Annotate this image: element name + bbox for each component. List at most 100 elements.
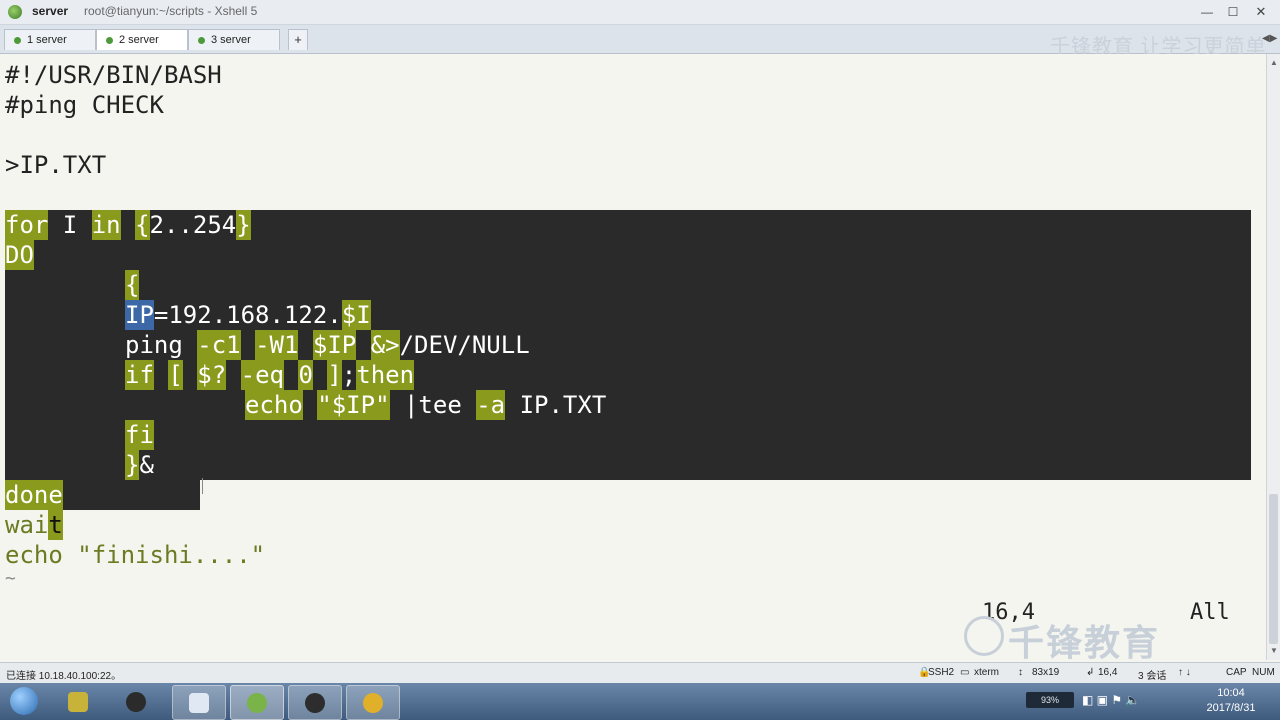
do-keyword: DO	[5, 240, 34, 270]
ping-wait-flag: -W1	[255, 330, 299, 360]
quote-close: "	[375, 390, 390, 420]
range-body: 2..254	[149, 211, 237, 239]
ping-ip-var: $IP	[312, 330, 357, 360]
tee-command: |tee	[403, 391, 462, 419]
ip-variable: IP	[125, 300, 154, 330]
brace-open: {	[125, 270, 140, 300]
ping-count-flag: -c1	[197, 330, 241, 360]
fi-keyword: fi	[125, 420, 154, 450]
windows-taskbar: 93% ◧ ▣ ⚑ 🔈 10:04 2017/8/31	[0, 683, 1280, 720]
wait-text: wai	[5, 511, 49, 539]
windows-orb-icon	[10, 687, 38, 715]
range-close: }	[236, 210, 251, 240]
size-icon: ↕	[1018, 667, 1023, 678]
truncate-text: >IP.TXT	[5, 151, 107, 179]
script-line-ping: ping -c1 -W1 $IP &>/DEV/NULL	[125, 330, 530, 360]
exit-status: $?	[197, 360, 227, 390]
tray-icons[interactable]: ◧ ▣ ⚑ 🔈	[1082, 693, 1140, 707]
script-line-wait: wait	[5, 510, 63, 540]
dev-null: /DEV/NULL	[399, 331, 530, 359]
shebang-text: #!/USR/BIN/BASH	[5, 61, 222, 89]
clock-time: 10:04	[1217, 687, 1245, 699]
cursor-icon: ↲	[1086, 667, 1095, 678]
semicolon: ;	[341, 361, 357, 389]
scroll-up-arrow-icon[interactable]: ▲	[1270, 58, 1278, 67]
script-line-tilde: ~	[5, 564, 16, 594]
tee-append-flag: -a	[476, 390, 506, 420]
taskbar-app-cherry[interactable]	[288, 685, 342, 720]
echo-ip-var: $IP	[331, 390, 376, 420]
brand-text: 千锋教育	[1008, 622, 1161, 660]
session-arrows-icon: ↑ ↓	[1178, 667, 1191, 678]
ip-dollar-var: $I	[341, 300, 371, 330]
test-open: [	[168, 360, 183, 390]
media-player-icon	[126, 692, 146, 712]
protocol-label: SSH2	[928, 667, 955, 678]
zero-literal: 0	[298, 360, 313, 390]
explorer-icon	[189, 693, 209, 713]
terminal-icon: ▭	[960, 667, 970, 678]
quote-open: "	[317, 390, 332, 420]
in-keyword: in	[91, 210, 121, 240]
tab-session-2[interactable]: 2 server	[96, 29, 188, 50]
terminal-type: xterm	[974, 667, 999, 678]
done-keyword: done	[5, 480, 63, 510]
start-button[interactable]	[4, 685, 44, 718]
window-title: server	[32, 4, 69, 18]
redirect-op: &>	[370, 330, 400, 360]
ip-value: =192.168.122.	[153, 301, 342, 329]
scroll-thumb[interactable]	[1269, 494, 1278, 644]
connected-dot-icon	[106, 37, 113, 44]
brand-watermark: 千锋教育	[964, 610, 1214, 660]
script-line-do: DO	[5, 240, 34, 270]
tab-session-3[interactable]: 3 server	[188, 29, 280, 50]
brand-logo-icon	[964, 616, 1004, 656]
session-count: 3 会话	[1138, 671, 1167, 682]
close-button[interactable]: ✕	[1250, 4, 1272, 20]
tray-battery-indicator[interactable]: 93%	[1026, 692, 1074, 708]
script-line-echo-finish: echo "finishi...."	[5, 540, 265, 570]
cursor-position: 16,4	[1098, 667, 1118, 678]
connected-dot-icon	[198, 37, 205, 44]
taskbar-app-python[interactable]	[52, 685, 104, 718]
add-tab-button[interactable]: +	[288, 29, 308, 50]
clock-date: 2017/8/31	[1206, 702, 1256, 714]
terminal-scrollbar[interactable]: ▲ ▼	[1266, 54, 1280, 660]
echo-keyword: echo	[245, 390, 303, 420]
range-open: {	[135, 210, 150, 240]
tab-label: 3 server	[211, 34, 251, 46]
taskbar-app-xftp[interactable]	[346, 685, 400, 720]
taskbar-app-explorer[interactable]	[172, 685, 226, 720]
script-line-fi: fi	[125, 420, 154, 450]
title-bar: server root@tianyun:~/scripts - Xshell 5…	[0, 0, 1280, 25]
taskbar-app-xshell[interactable]	[230, 685, 284, 720]
script-line-if: if [ $? -eq 0 ];then	[125, 360, 415, 390]
script-line-comment: #ping CHECK	[5, 90, 164, 120]
then-keyword: then	[356, 360, 415, 390]
connection-status: 已连接 10.18.40.100:22。	[6, 671, 122, 682]
scroll-down-arrow-icon[interactable]: ▼	[1270, 646, 1278, 655]
background-amp: &	[139, 451, 154, 479]
tab-label: 2 server	[119, 34, 159, 46]
eq-operator: -eq	[240, 360, 284, 390]
brace-close: }	[125, 450, 140, 480]
taskbar-app-media[interactable]	[110, 685, 162, 718]
comment-text: #ping CHECK	[5, 91, 164, 119]
cherry-icon	[305, 693, 325, 713]
terminal-screen[interactable]: #!/USR/BIN/BASH #ping CHECK >IP.TXT for …	[0, 54, 1266, 660]
script-line-brace-close: }&	[125, 450, 154, 480]
taskbar-clock[interactable]: 10:04 2017/8/31	[1196, 686, 1266, 716]
tab-session-1[interactable]: 1 server	[4, 29, 96, 50]
script-line-shebang: #!/USR/BIN/BASH	[5, 60, 222, 90]
connected-dot-icon	[14, 37, 21, 44]
if-keyword: if	[125, 360, 154, 390]
script-line-done: done	[5, 480, 63, 510]
test-close: ]	[327, 360, 342, 390]
num-lock-indicator: NUM	[1252, 667, 1275, 678]
script-line-brace-open: {	[125, 270, 140, 300]
xftp-icon	[363, 693, 383, 713]
status-bar: 已连接 10.18.40.100:22。 🔒 SSH2 ▭ xterm ↕ 83…	[0, 662, 1280, 683]
script-line-truncate: >IP.TXT	[5, 150, 106, 180]
minimize-button[interactable]: —	[1196, 4, 1218, 20]
maximize-button[interactable]: ☐	[1222, 4, 1244, 20]
